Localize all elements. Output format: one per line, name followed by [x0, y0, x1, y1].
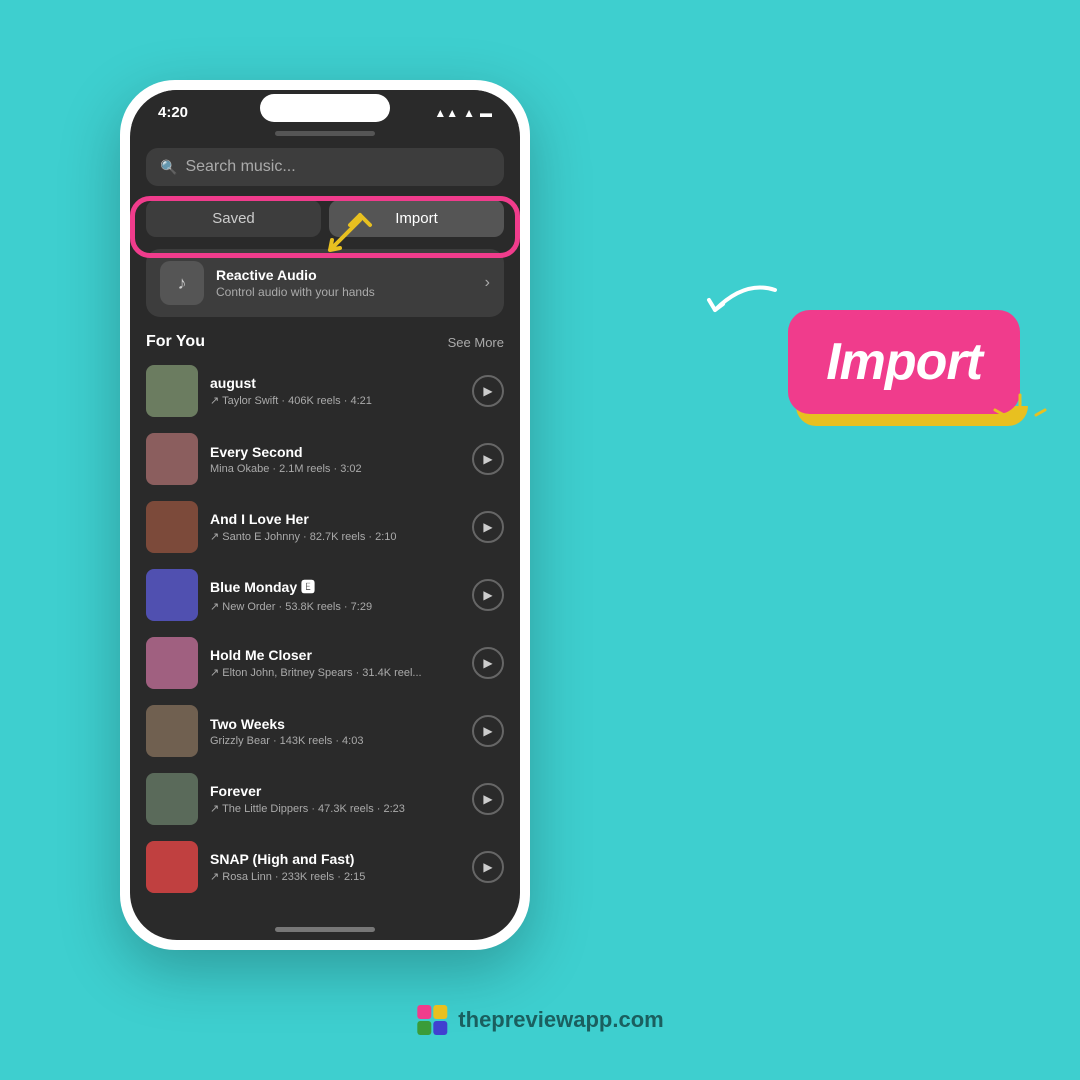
search-icon: 🔍 — [160, 159, 177, 176]
reactive-audio-title: Reactive Audio — [216, 267, 473, 283]
reactive-audio-info: Reactive Audio Control audio with your h… — [216, 267, 473, 299]
song-meta: Mina Okabe · 2.1M reels · 3:02 — [210, 463, 460, 475]
play-button[interactable]: ▶ — [472, 783, 504, 815]
play-button[interactable]: ▶ — [472, 647, 504, 679]
song-thumbnail — [146, 569, 198, 621]
song-info: Forever ↗ The Little Dippers · 47.3K ree… — [210, 783, 460, 815]
song-item[interactable]: Two Weeks Grizzly Bear · 143K reels · 4:… — [130, 697, 520, 765]
wifi-icon: ▲ — [463, 106, 475, 120]
import-badge: Import — [788, 310, 1020, 414]
song-meta: ↗ Santo E Johnny · 82.7K reels · 2:10 — [210, 530, 460, 543]
for-you-title: For You — [146, 333, 205, 351]
song-thumbnail — [146, 365, 198, 417]
song-item[interactable]: Blue Monday 🅴 ↗ New Order · 53.8K reels … — [130, 561, 520, 629]
reactive-arrow-icon: › — [485, 274, 490, 292]
song-thumbnail — [146, 841, 198, 893]
status-time: 4:20 — [158, 104, 188, 121]
yellow-arrow-decoration — [320, 210, 380, 260]
song-title: august — [210, 375, 460, 391]
song-info: And I Love Her ↗ Santo E Johnny · 82.7K … — [210, 511, 460, 543]
song-list: august ↗ Taylor Swift · 406K reels · 4:2… — [130, 357, 520, 921]
curved-arrow-decoration — [695, 270, 785, 330]
song-meta: ↗ Elton John, Britney Spears · 31.4K ree… — [210, 666, 460, 679]
song-item[interactable]: SNAP (High and Fast) ↗ Rosa Linn · 233K … — [130, 833, 520, 901]
song-meta: ↗ The Little Dippers · 47.3K reels · 2:2… — [210, 802, 460, 815]
song-item[interactable]: And I Love Her ↗ Santo E Johnny · 82.7K … — [130, 493, 520, 561]
song-title: Every Second — [210, 444, 460, 460]
logo-text: thepreviewapp.com — [458, 1007, 663, 1033]
play-button[interactable]: ▶ — [472, 851, 504, 883]
home-indicator — [275, 927, 375, 932]
song-thumbnail — [146, 433, 198, 485]
song-info: august ↗ Taylor Swift · 406K reels · 4:2… — [210, 375, 460, 407]
play-button[interactable]: ▶ — [472, 375, 504, 407]
handle-bar — [275, 131, 375, 136]
signal-icon: ▲▲ — [434, 106, 458, 120]
song-title: Forever — [210, 783, 460, 799]
status-icons: ▲▲ ▲ ▬ — [434, 106, 492, 120]
song-title: Two Weeks — [210, 716, 460, 732]
song-meta: Grizzly Bear · 143K reels · 4:03 — [210, 735, 460, 747]
search-placeholder: Search music... — [185, 158, 295, 176]
song-info: Every Second Mina Okabe · 2.1M reels · 3… — [210, 444, 460, 475]
reactive-audio-subtitle: Control audio with your hands — [216, 285, 473, 299]
play-button[interactable]: ▶ — [472, 443, 504, 475]
tab-saved-button[interactable]: Saved — [146, 200, 321, 237]
for-you-section-header: For You See More — [130, 323, 520, 357]
song-item[interactable]: Hold Me Closer ↗ Elton John, Britney Spe… — [130, 629, 520, 697]
song-title: Hold Me Closer — [210, 647, 460, 663]
song-item[interactable]: august ↗ Taylor Swift · 406K reels · 4:2… — [130, 357, 520, 425]
play-button[interactable]: ▶ — [472, 715, 504, 747]
song-thumbnail — [146, 773, 198, 825]
song-meta: ↗ New Order · 53.8K reels · 7:29 — [210, 600, 460, 613]
song-meta: ↗ Taylor Swift · 406K reels · 4:21 — [210, 394, 460, 407]
import-badge-wrapper: Import — [788, 310, 1020, 414]
song-info: Hold Me Closer ↗ Elton John, Britney Spe… — [210, 647, 460, 679]
bottom-logo: thepreviewapp.com — [416, 1004, 663, 1036]
reactive-audio-icon: ♪ — [160, 261, 204, 305]
song-info: SNAP (High and Fast) ↗ Rosa Linn · 233K … — [210, 851, 460, 883]
song-item[interactable]: Forever ↗ The Little Dippers · 47.3K ree… — [130, 765, 520, 833]
song-info: Two Weeks Grizzly Bear · 143K reels · 4:… — [210, 716, 460, 747]
song-info: Blue Monday 🅴 ↗ New Order · 53.8K reels … — [210, 577, 460, 613]
logo-icon — [416, 1004, 448, 1036]
phone-notch — [260, 94, 390, 122]
song-title: And I Love Her — [210, 511, 460, 527]
play-button[interactable]: ▶ — [472, 579, 504, 611]
song-thumbnail — [146, 637, 198, 689]
play-button[interactable]: ▶ — [472, 511, 504, 543]
search-bar[interactable]: 🔍 Search music... — [146, 148, 504, 186]
song-thumbnail — [146, 705, 198, 757]
song-title: SNAP (High and Fast) — [210, 851, 460, 867]
battery-icon: ▬ — [480, 106, 492, 120]
import-badge-text: Import — [826, 333, 982, 391]
song-thumbnail — [146, 501, 198, 553]
see-more-link[interactable]: See More — [448, 335, 504, 350]
song-item[interactable]: Every Second Mina Okabe · 2.1M reels · 3… — [130, 425, 520, 493]
song-title: Blue Monday 🅴 — [210, 577, 460, 597]
burst-lines-decoration — [990, 390, 1050, 450]
song-meta: ↗ Rosa Linn · 233K reels · 2:15 — [210, 870, 460, 883]
